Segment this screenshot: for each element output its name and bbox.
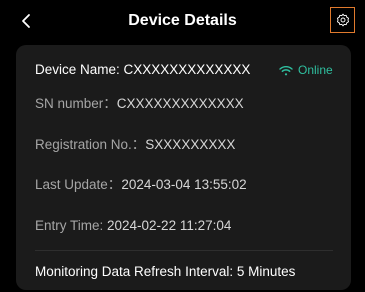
entry-time-value: 2024-02-22 11:27:04 [107,218,232,233]
last-update-value: 2024-03-04 13:55:02 [121,177,247,192]
entry-time-label: Entry Time: [35,218,108,233]
header-bar: Device Details [0,0,365,42]
settings-button[interactable] [330,7,355,33]
refresh-interval-text: Monitoring Data Refresh Interval: 5 Minu… [35,264,296,279]
sn-row: SN number：CXXXXXXXXXXXXX [35,95,244,113]
registration-value: SXXXXXXXXX [145,137,236,152]
device-name-value: CXXXXXXXXXXXXX [123,62,251,77]
back-button[interactable] [14,9,38,33]
gear-icon [336,13,349,27]
sn-value: CXXXXXXXXXXXXX [116,96,244,111]
entry-time-row: Entry Time: 2024-02-22 11:27:04 [35,217,231,235]
status-indicator: Online [279,62,333,78]
sn-label: SN number： [35,96,117,111]
device-name-label: Device Name: [35,62,124,77]
device-details-screen: Device Details Device Name: CXXXXXXXXXXX… [0,0,365,292]
device-name-row: Device Name: CXXXXXXXXXXXXX [35,61,250,79]
wifi-icon [279,65,293,75]
registration-label: Registration No.： [35,137,146,152]
page-title: Device Details [128,12,237,29]
status-text: Online [298,63,333,77]
registration-row: Registration No.：SXXXXXXXXX [35,136,235,154]
last-update-row: Last Update：2024-03-04 13:55:02 [35,176,247,194]
device-info-card: Device Name: CXXXXXXXXXXXXX Online SN nu… [16,45,351,290]
last-update-label: Last Update： [35,177,122,192]
divider [35,250,333,251]
chevron-left-icon [22,14,30,28]
